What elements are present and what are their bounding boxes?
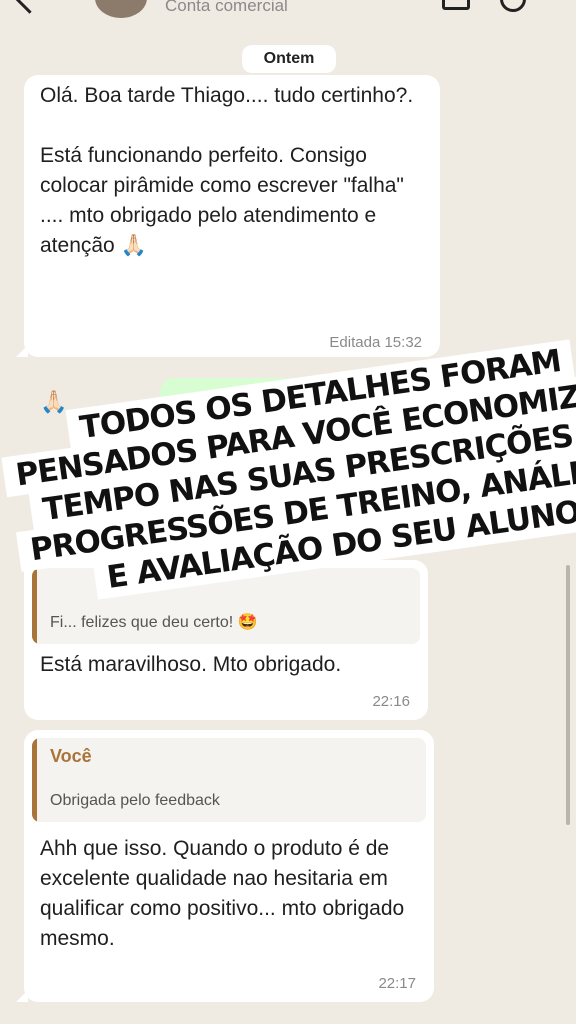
date-chip: Ontem xyxy=(242,45,336,73)
video-call-icon[interactable] xyxy=(442,0,470,10)
bubble-tail xyxy=(16,990,28,1002)
bubble-tail xyxy=(16,345,28,357)
avatar[interactable] xyxy=(95,0,147,18)
message-text: Está maravilhoso. Mto obrigado. xyxy=(40,653,342,676)
back-icon[interactable] xyxy=(13,0,46,14)
call-icon[interactable] xyxy=(500,0,526,12)
quote-accent-bar xyxy=(32,738,37,822)
contact-subtitle: Conta comercial xyxy=(165,0,288,15)
message-text: Olá. Boa tarde Thiago.... tudo certinho?… xyxy=(40,84,414,257)
message-time: Editada 15:32 xyxy=(329,334,422,351)
message-time: 22:16 xyxy=(372,693,410,710)
message-time: 22:17 xyxy=(378,975,416,992)
quoted-text: Obrigada pelo feedback xyxy=(50,792,220,809)
scrollbar[interactable] xyxy=(566,565,570,825)
message-bubble[interactable]: Olá. Boa tarde Thiago.... tudo certinho?… xyxy=(16,75,440,414)
quoted-author: Você xyxy=(50,746,92,766)
chat-header: Conta comercial xyxy=(0,0,576,20)
promo-banner: TODOS OS DETALHES FORAM PENSADOS PARA VO… xyxy=(0,339,576,628)
message-text: Ahh que isso. Quando o produto é de exce… xyxy=(40,837,405,950)
quoted-message[interactable]: Você Obrigada pelo feedback xyxy=(32,738,426,822)
message-bubble[interactable]: Você Obrigada pelo feedback Ahh que isso… xyxy=(16,730,434,1002)
